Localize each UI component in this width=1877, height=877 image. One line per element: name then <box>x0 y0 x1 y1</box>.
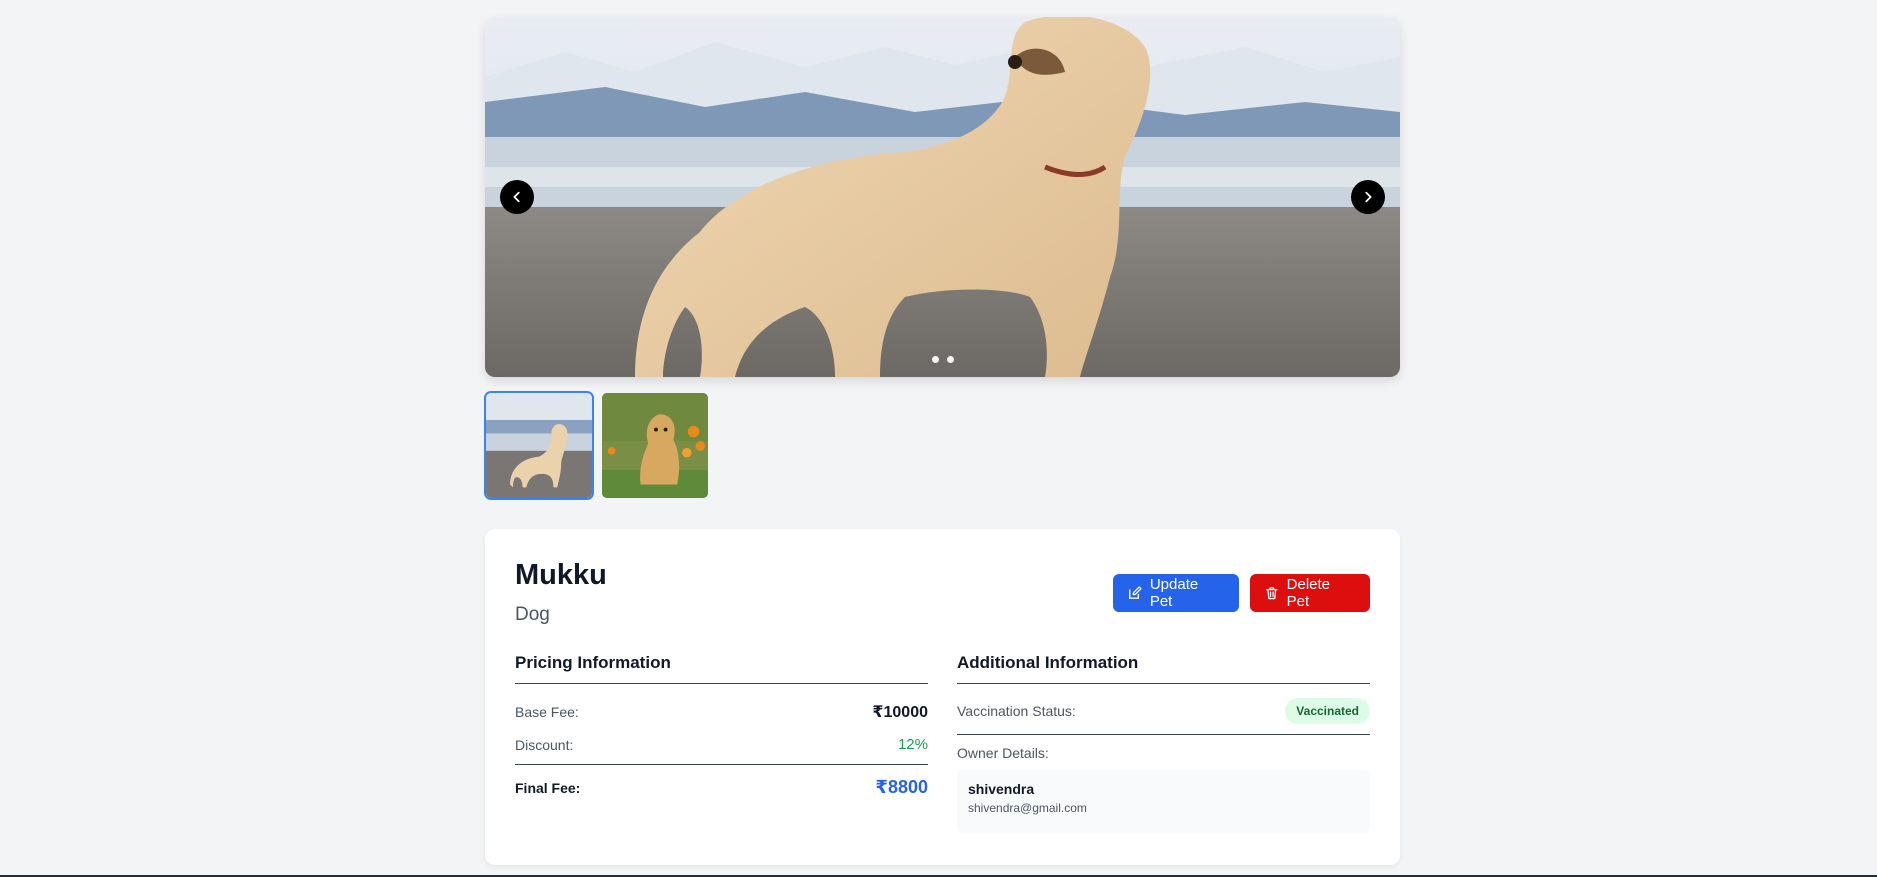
additional-title: Additional Information <box>957 653 1370 684</box>
edit-icon <box>1129 586 1142 599</box>
additional-section: Additional Information Vaccination Statu… <box>957 653 1370 833</box>
thumbnail-image-puppy <box>602 393 708 498</box>
pricing-section: Pricing Information Base Fee: ₹10000 Dis… <box>515 653 928 798</box>
discount-row: Discount: 12% <box>515 736 928 765</box>
owner-details-label: Owner Details: <box>957 745 1049 761</box>
update-pet-button[interactable]: Update Pet <box>1113 574 1239 612</box>
vaccination-status-badge: Vaccinated <box>1285 698 1370 724</box>
image-carousel <box>485 17 1400 377</box>
final-fee-label: Final Fee: <box>515 779 581 796</box>
base-fee-value: ₹10000 <box>872 704 928 721</box>
discount-value: 12% <box>897 736 928 753</box>
pet-details-card: Mukku Dog Update Pet Delete Pet Pricing … <box>485 529 1400 865</box>
carousel-dots <box>485 356 1400 363</box>
thumbnail-image-labrador <box>486 393 592 498</box>
base-fee-row: Base Fee: ₹10000 <box>515 702 928 722</box>
carousel-prev-button[interactable] <box>500 180 534 214</box>
pricing-title: Pricing Information <box>515 653 928 684</box>
owner-email: shivendra@gmail.com <box>968 801 1087 815</box>
pet-photo-main <box>485 17 1400 377</box>
trash-icon <box>1266 587 1278 600</box>
owner-details-box: shivendra shivendra@gmail.com <box>957 770 1370 833</box>
vaccination-row: Vaccination Status: Vaccinated <box>957 698 1370 735</box>
pet-actions: Update Pet Delete Pet <box>1113 574 1370 612</box>
carousel-next-button[interactable] <box>1351 180 1385 214</box>
chevron-left-icon <box>513 191 520 203</box>
pet-type: Dog <box>515 604 550 625</box>
base-fee-label: Base Fee: <box>515 704 579 720</box>
thumbnail-2[interactable] <box>600 391 710 500</box>
thumbnail-1[interactable] <box>484 391 594 500</box>
delete-pet-button[interactable]: Delete Pet <box>1250 574 1370 612</box>
discount-label: Discount: <box>515 736 574 753</box>
chevron-right-icon <box>1365 191 1372 203</box>
final-fee-value: ₹8800 <box>875 777 928 797</box>
vaccination-label: Vaccination Status: <box>957 703 1076 719</box>
delete-pet-label: Delete Pet <box>1286 576 1331 610</box>
carousel-dot-2[interactable] <box>946 356 954 363</box>
carousel-dot-1[interactable] <box>931 356 939 363</box>
final-fee-row: Final Fee: ₹8800 <box>515 777 928 798</box>
thumbnail-strip <box>484 391 710 500</box>
update-pet-label: Update Pet <box>1149 576 1199 610</box>
pet-name: Mukku <box>515 559 607 591</box>
owner-name: shivendra <box>968 781 1035 797</box>
